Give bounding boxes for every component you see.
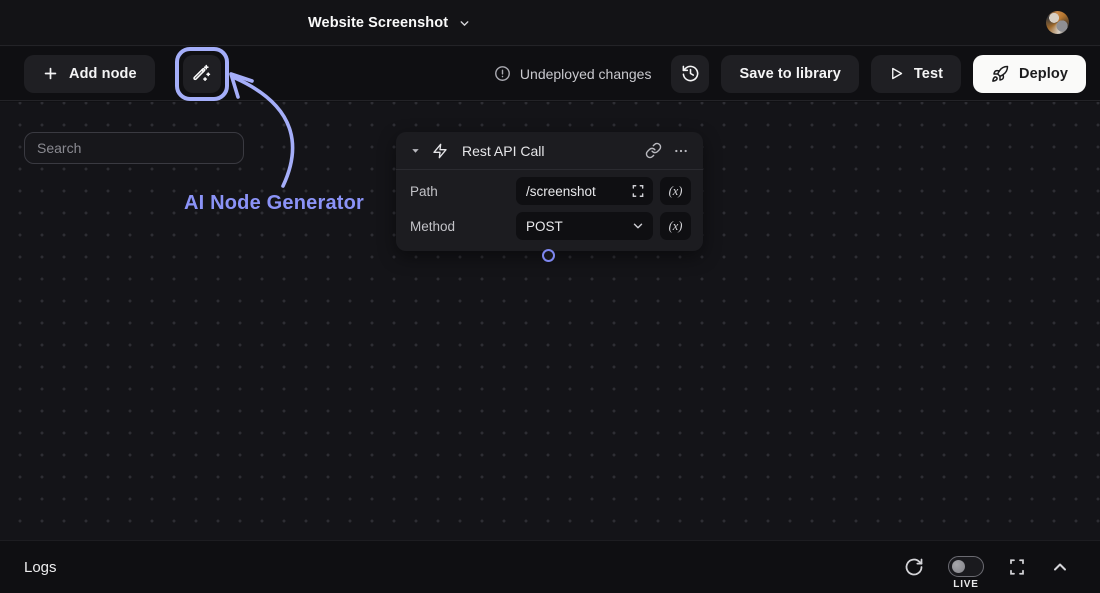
- history-button[interactable]: [671, 55, 709, 93]
- history-icon: [681, 64, 700, 83]
- ai-node-generator-button[interactable]: [183, 55, 221, 93]
- chevron-down-icon: [458, 17, 471, 30]
- logs-label: Logs: [24, 559, 57, 576]
- method-variable-button[interactable]: (x): [660, 212, 691, 240]
- node-body: Path /screenshot (x) Method POST (x): [396, 170, 703, 251]
- refresh-logs-button[interactable]: [904, 557, 924, 577]
- method-field-label: Method: [408, 219, 516, 234]
- top-bar: Website Screenshot: [0, 0, 1100, 46]
- rocket-icon: [991, 65, 1009, 83]
- node-output-port[interactable]: [542, 249, 555, 262]
- toolbar: Add node Undeployed changes: [0, 47, 1100, 101]
- expand-icon[interactable]: [631, 184, 645, 198]
- path-variable-button[interactable]: (x): [660, 177, 691, 205]
- save-to-library-label: Save to library: [739, 66, 840, 82]
- live-label: LIVE: [953, 579, 978, 590]
- undeployed-changes-status: Undeployed changes: [494, 65, 652, 82]
- toggle-knob: [952, 560, 965, 573]
- method-select-value: POST: [526, 219, 625, 234]
- logs-bar[interactable]: Logs LIVE: [0, 540, 1100, 593]
- node-card-rest-api-call[interactable]: Rest API Call Path /screenshot (x): [396, 132, 703, 251]
- play-icon: [889, 66, 904, 81]
- node-title: Rest API Call: [462, 143, 544, 159]
- ai-node-generator-annotation: AI Node Generator: [168, 192, 380, 215]
- path-field-value: /screenshot: [526, 184, 625, 199]
- collapse-caret-icon[interactable]: [410, 145, 421, 156]
- collapse-logs-button[interactable]: [1050, 557, 1070, 577]
- method-select[interactable]: POST: [516, 212, 653, 240]
- undeployed-changes-label: Undeployed changes: [520, 66, 652, 82]
- avatar[interactable]: [1046, 11, 1069, 34]
- ai-node-generator-highlight-ring: [175, 47, 229, 101]
- deploy-label: Deploy: [1019, 66, 1068, 82]
- live-toggle[interactable]: [948, 556, 984, 577]
- field-row-method: Method POST (x): [408, 212, 691, 240]
- search-input[interactable]: [24, 132, 244, 164]
- refresh-icon: [904, 557, 924, 577]
- deploy-button[interactable]: Deploy: [973, 55, 1086, 93]
- live-toggle-group: LIVE: [948, 556, 984, 590]
- save-to-library-button[interactable]: Save to library: [721, 55, 858, 93]
- page-title: Website Screenshot: [308, 15, 448, 31]
- path-field-label: Path: [408, 184, 516, 199]
- add-node-button[interactable]: Add node: [24, 55, 155, 93]
- path-field-input[interactable]: /screenshot: [516, 177, 653, 205]
- add-node-label: Add node: [69, 66, 137, 82]
- link-icon[interactable]: [645, 142, 662, 159]
- magic-wand-icon: [192, 64, 211, 83]
- zap-icon: [432, 143, 448, 159]
- expand-logs-button[interactable]: [1008, 558, 1026, 576]
- test-button[interactable]: Test: [871, 55, 961, 93]
- chevron-down-icon: [631, 219, 645, 233]
- fullscreen-icon: [1008, 558, 1026, 576]
- chevron-up-icon: [1050, 557, 1070, 577]
- field-row-path: Path /screenshot (x): [408, 177, 691, 205]
- more-options-icon[interactable]: [673, 143, 689, 159]
- workflow-canvas[interactable]: Rest API Call Path /screenshot (x): [0, 102, 1100, 540]
- test-label: Test: [914, 66, 943, 82]
- plus-icon: [42, 65, 59, 82]
- alert-circle-icon: [494, 65, 511, 82]
- node-header[interactable]: Rest API Call: [396, 132, 703, 170]
- workflow-title-dropdown[interactable]: Website Screenshot: [308, 0, 471, 46]
